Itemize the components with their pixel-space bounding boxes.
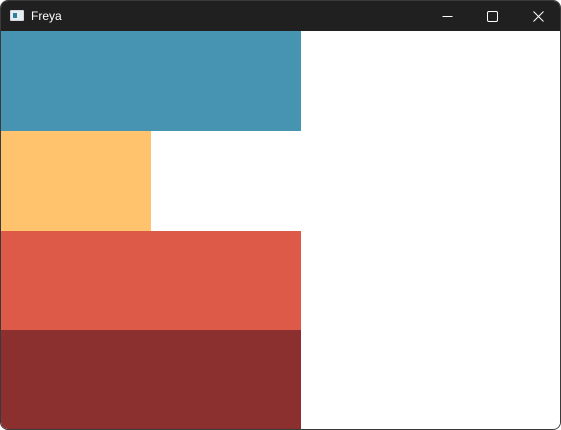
app-window: Freya bbox=[0, 0, 561, 430]
dark-red-block bbox=[1, 330, 301, 429]
yellow-block bbox=[1, 131, 151, 231]
maximize-button[interactable] bbox=[469, 1, 515, 31]
minimize-icon bbox=[442, 16, 453, 17]
close-button[interactable] bbox=[515, 1, 560, 31]
maximize-icon bbox=[487, 11, 498, 22]
title-bar[interactable]: Freya bbox=[1, 1, 560, 31]
app-window-icon bbox=[10, 10, 24, 21]
window-content bbox=[1, 31, 560, 429]
window-title: Freya bbox=[31, 9, 62, 23]
blue-block bbox=[1, 31, 301, 131]
red-block bbox=[1, 231, 301, 330]
close-icon bbox=[533, 11, 544, 22]
minimize-button[interactable] bbox=[424, 1, 470, 31]
